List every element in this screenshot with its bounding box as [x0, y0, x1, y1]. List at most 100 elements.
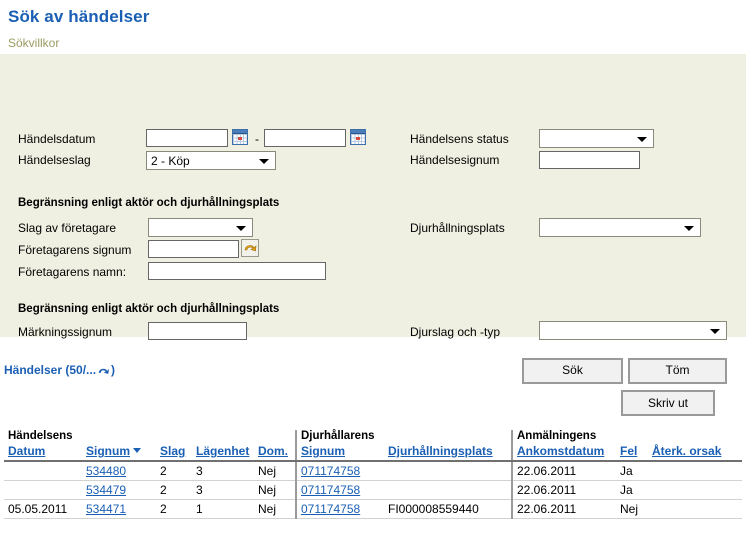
table-column-header-row: Datum Signum Slag Lägenhet Dom. Signum D… [4, 444, 742, 462]
cell-djurhallningsplats: FI000008559440 [384, 499, 512, 519]
cell-keeper_signum[interactable]: 071174758 [295, 461, 384, 481]
operator-name-input[interactable] [148, 262, 326, 280]
table-body: 534480 2 3 Nej 071174758 22.06.2011 Ja 534479 2 3… [4, 461, 742, 519]
results-heading-close: ) [111, 363, 116, 377]
cell-datum: 05.05.2011 [4, 499, 82, 519]
search-arrow-icon[interactable] [241, 239, 259, 257]
clear-button[interactable]: Töm [628, 358, 727, 384]
cell-fel: Ja [616, 480, 648, 500]
col-header-aterk-orsak[interactable]: Återk. orsak [648, 444, 742, 462]
operator-signum-input[interactable] [148, 240, 239, 258]
cell-slag: 2 [156, 461, 192, 481]
search-button[interactable]: Sök [522, 358, 623, 384]
marking-group-title: Begränsning enligt aktör och djurhållnin… [18, 303, 280, 315]
cell-signum[interactable]: 534471 [82, 499, 156, 519]
event-date-label: Händelsdatum [18, 132, 96, 146]
operator-type-label: Slag av företagare [18, 221, 117, 235]
col-link-keeper-signum[interactable]: Signum [301, 444, 345, 458]
cell-djurhallningsplats [384, 480, 512, 500]
event-status-label: Händelsens status [410, 132, 509, 146]
operator-signum-label: Företagarens signum [18, 243, 132, 257]
col-link-lagenhet[interactable]: Lägenhet [196, 444, 249, 458]
chevron-down-icon [637, 137, 647, 142]
col-link-fel[interactable]: Fel [620, 444, 637, 458]
col-header-datum[interactable]: Datum [4, 444, 82, 462]
marking-signum-label: Märkningssignum [18, 325, 113, 339]
calendar-icon-to[interactable] [350, 129, 366, 145]
col-link-ankomstdatum[interactable]: Ankomstdatum [517, 444, 604, 458]
date-range-separator: - [255, 132, 259, 146]
group-header-notification: Anmälningens [511, 430, 742, 444]
holding-place-select[interactable] [539, 218, 701, 237]
link-keeper_signum[interactable]: 071174758 [301, 464, 360, 478]
cell-aterk_orsak [648, 480, 742, 500]
sort-desc-icon[interactable] [133, 448, 141, 453]
col-link-slag[interactable]: Slag [160, 444, 185, 458]
chevron-down-icon [684, 226, 694, 231]
chevron-down-icon [236, 226, 246, 231]
cell-lagenhet: 1 [192, 499, 254, 519]
col-header-dom[interactable]: Dom. [254, 444, 296, 462]
col-link-signum[interactable]: Signum [86, 444, 130, 458]
table-row: 534480 2 3 Nej 071174758 22.06.2011 Ja [4, 461, 742, 481]
search-section-label: Sökvillkor [8, 36, 60, 50]
col-header-ankomstdatum[interactable]: Ankomstdatum [511, 444, 616, 462]
cell-aterk_orsak [648, 461, 742, 481]
chevron-down-icon [710, 329, 720, 334]
holding-place-label: Djurhållningsplats [410, 221, 505, 235]
event-date-to-input[interactable] [264, 129, 346, 147]
link-keeper_signum[interactable]: 071174758 [301, 502, 360, 516]
results-heading: Händelser (50/...) [4, 363, 115, 379]
col-header-djurhallningsplats[interactable]: Djurhållningsplats [384, 444, 512, 462]
operator-type-select[interactable] [148, 218, 253, 237]
marking-signum-input[interactable] [148, 322, 247, 340]
print-button[interactable]: Skriv ut [621, 390, 715, 416]
link-signum[interactable]: 534479 [86, 483, 126, 497]
link-signum[interactable]: 534480 [86, 464, 126, 478]
event-type-value: 2 - Köp [151, 154, 190, 168]
operator-group-title: Begränsning enligt aktör och djurhållnin… [18, 197, 280, 209]
calendar-icon-from[interactable] [232, 129, 248, 145]
cell-slag: 2 [156, 499, 192, 519]
animal-species-label: Djurslag och -typ [410, 325, 501, 339]
cell-keeper_signum[interactable]: 071174758 [295, 499, 384, 519]
col-link-dom[interactable]: Dom. [258, 444, 288, 458]
event-status-select[interactable] [539, 129, 654, 148]
cell-ankomstdatum: 22.06.2011 [511, 461, 616, 481]
cell-datum [4, 461, 82, 481]
col-header-slag[interactable]: Slag [156, 444, 192, 462]
cell-fel: Ja [616, 461, 648, 481]
cell-ankomstdatum: 22.06.2011 [511, 480, 616, 500]
col-header-fel[interactable]: Fel [616, 444, 648, 462]
cell-slag: 2 [156, 480, 192, 500]
col-link-aterk-orsak[interactable]: Återk. orsak [652, 444, 721, 458]
link-keeper_signum[interactable]: 071174758 [301, 483, 360, 497]
cell-dom: Nej [254, 461, 296, 481]
event-signum-label: Händelsesignum [410, 153, 500, 167]
cell-signum[interactable]: 534479 [82, 480, 156, 500]
event-signum-input[interactable] [539, 151, 640, 169]
event-type-label: Händelseslag [18, 153, 91, 167]
group-header-keeper: Djurhållarens [295, 430, 512, 444]
cell-datum [4, 480, 82, 500]
chevron-down-icon [259, 159, 269, 164]
animal-species-select[interactable] [539, 321, 727, 340]
refresh-arrow-icon[interactable] [97, 365, 110, 379]
event-date-from-input[interactable] [146, 129, 228, 147]
event-type-select[interactable]: 2 - Köp [146, 151, 276, 170]
col-header-signum[interactable]: Signum [82, 444, 156, 462]
cell-signum[interactable]: 534480 [82, 461, 156, 481]
link-signum[interactable]: 534471 [86, 502, 126, 516]
table-row: 534479 2 3 Nej 071174758 22.06.2011 Ja [4, 480, 742, 500]
col-link-datum[interactable]: Datum [8, 444, 45, 458]
cell-keeper_signum[interactable]: 071174758 [295, 480, 384, 500]
cell-lagenhet: 3 [192, 461, 254, 481]
col-header-lagenhet[interactable]: Lägenhet [192, 444, 254, 462]
cell-dom: Nej [254, 480, 296, 500]
curved-arrow-glyph [244, 245, 257, 252]
col-link-djurhallningsplats[interactable]: Djurhållningsplats [388, 444, 493, 458]
cell-ankomstdatum: 22.06.2011 [511, 499, 616, 519]
col-header-keeper-signum[interactable]: Signum [295, 444, 384, 462]
cell-dom: Nej [254, 499, 296, 519]
results-heading-text: Händelser (50/... [4, 363, 97, 377]
